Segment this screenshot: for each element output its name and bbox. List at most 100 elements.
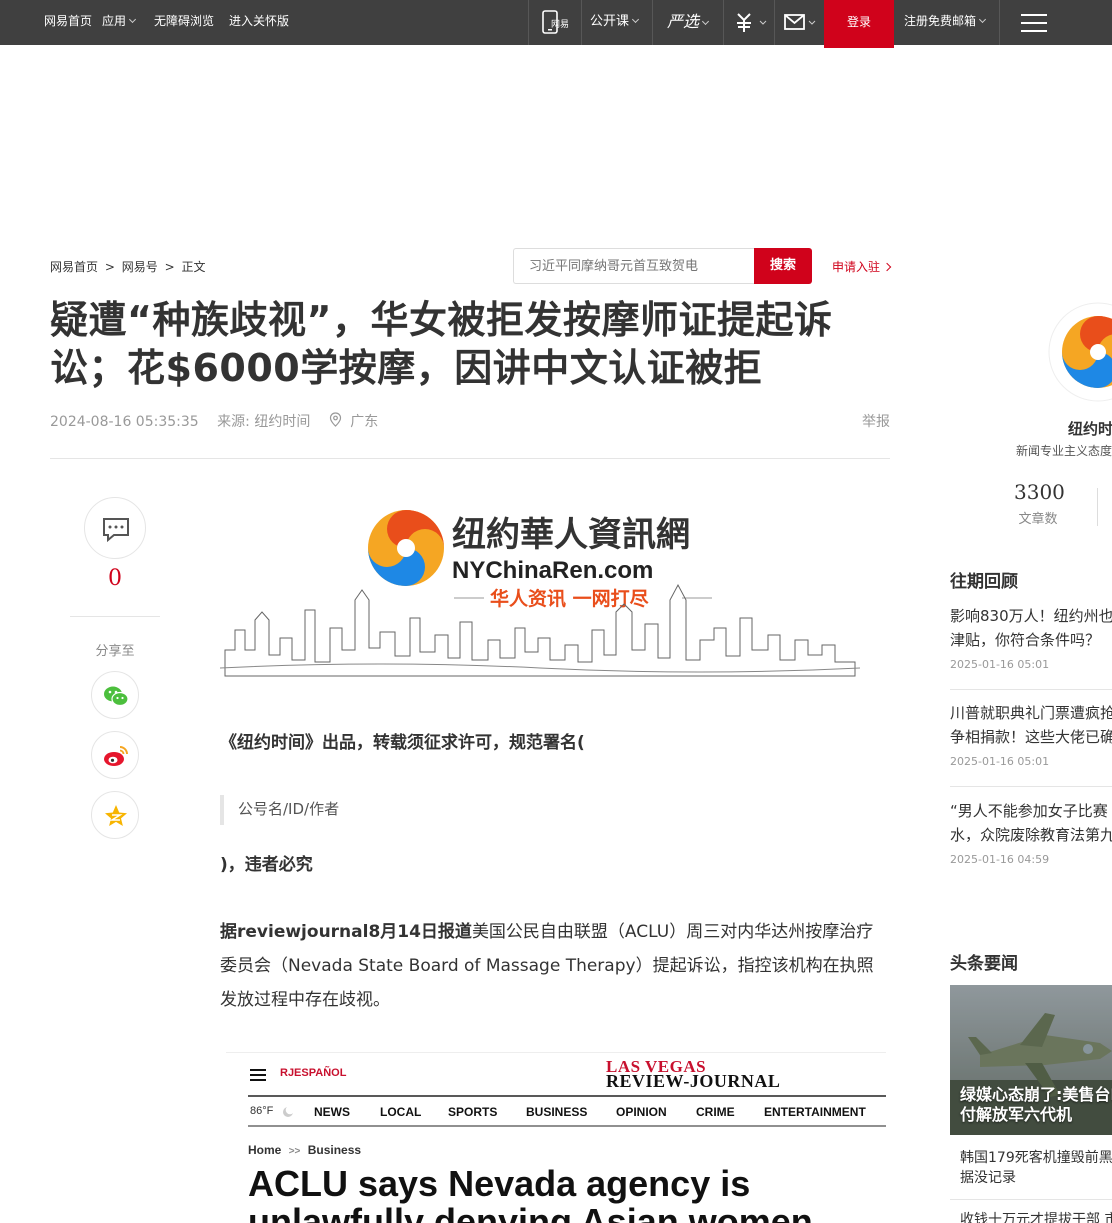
divider [999, 0, 1000, 45]
mobile-app-icon[interactable]: 网易 [540, 0, 570, 45]
apps-menu[interactable]: 应用 [102, 0, 137, 45]
past-review-heading: 往期回顾 [950, 572, 1018, 592]
embedded-crumb-home: Home [248, 1143, 282, 1157]
share-qzone-button[interactable] [91, 791, 139, 839]
divider [1097, 488, 1098, 526]
headline-caption-line: 绿媒心态崩了:美售台F [960, 1085, 1112, 1104]
nav-opinion: OPINION [616, 1105, 667, 1119]
rj-espanol-link: RJESPAÑOL [280, 1067, 347, 1079]
chevron-down-icon [128, 15, 137, 24]
embedded-crumb-section: Business [307, 1143, 362, 1157]
share-wechat-button[interactable] [91, 671, 139, 719]
articles-label: 文章数 [1018, 512, 1058, 527]
breadcrumb-separator: > [164, 260, 175, 274]
accessible-browse-link[interactable]: 无障碍浏览 [154, 0, 214, 45]
embedded-breadcrumb: Home >> Business [248, 1143, 361, 1157]
chevron-down-icon [701, 17, 710, 26]
yanxuan-menu[interactable]: 严选 [667, 0, 710, 45]
breadcrumb-separator: > [104, 260, 115, 274]
chevron-right-icon [882, 262, 892, 272]
article-paragraph: 据reviewjournal8月14日报道美国公民自由联盟（ACLU）周三对内华… [220, 915, 890, 1017]
account-avatar[interactable] [1048, 302, 1112, 402]
nychinaren-logo-icon [368, 510, 444, 586]
publish-time: 2024-08-16 05:35:35 [50, 414, 199, 430]
past-article-title: 川普就职典礼门票遭疯抢 [950, 704, 1112, 722]
chevron-down-icon [631, 15, 640, 24]
past-article-date: 2025-01-16 05:01 [950, 755, 1050, 768]
wechat-icon [104, 686, 129, 707]
articles-count: 3300 [1014, 480, 1065, 504]
headline-item[interactable]: 韩国179死客机撞毁前黑匣 据没记录 [960, 1148, 1112, 1188]
masthead-bottom: REVIEW-JOURNAL [606, 1071, 781, 1091]
article-title: 疑遭“种族歧视”，华女被拒发按摩师证提起诉讼；花$6000学按摩，因讲中文认证被… [50, 298, 833, 390]
embedded-headline-line1: ACLU says Nevada agency is [248, 1163, 751, 1204]
weibo-icon [104, 746, 128, 766]
account-name[interactable]: 纽约时 [1068, 418, 1112, 439]
past-article-item[interactable]: “男人不能参加女子比赛 水，众院废除教育法第九 2025-01-16 04:59 [950, 799, 1112, 866]
nav-sports: SPORTS [448, 1105, 498, 1119]
apply-join-link[interactable]: 申请入驻 [832, 258, 892, 275]
hamburger-icon [250, 1069, 266, 1081]
banner-name: 纽約華人資訊網 [452, 515, 690, 555]
nychinaren-logo-icon [1048, 302, 1112, 402]
open-course-menu[interactable]: 公开课 [590, 0, 640, 45]
headlines-heading: 头条要闻 [950, 954, 1018, 974]
past-article-item[interactable]: 影响830万人！纽约州也 津贴，你符合条件吗？ 2025-01-16 05:01 [950, 604, 1112, 671]
apply-join-label: 申请入驻 [832, 260, 881, 274]
past-article-item[interactable]: 川普就职典礼门票遭疯抢 争相捐款！这些大佬已确 2025-01-16 05:01 [950, 701, 1112, 768]
headline-item-title: 收钱十万元才提拔干部 市 [960, 1212, 1112, 1223]
past-article-title: 影响830万人！纽约州也 [950, 607, 1112, 625]
past-article-title: 争相捐款！这些大佬已确 [950, 728, 1112, 746]
login-button[interactable]: 登录 [824, 0, 894, 48]
headline-item[interactable]: 收钱十万元才提拔干部 市 [960, 1210, 1112, 1223]
paragraph-lead: 据reviewjournal8月14日报道 [220, 922, 472, 942]
breadcrumb-current: 正文 [181, 260, 206, 274]
past-article-title: 水，众院废除教育法第九 [950, 826, 1112, 844]
embedded-headline-line2: unlawfully denying Asian women [248, 1201, 813, 1223]
report-link[interactable]: 举报 [862, 411, 890, 431]
blockquote: 公号名/ID/作者 [220, 795, 339, 825]
comment-button[interactable] [84, 497, 146, 559]
divider [950, 1199, 1112, 1200]
search-input[interactable] [513, 248, 754, 284]
divider [652, 0, 653, 45]
menu-icon[interactable] [1021, 14, 1047, 32]
divider [528, 0, 529, 45]
netease-home-link[interactable]: 网易首页 [44, 0, 92, 45]
svg-text:网易: 网易 [551, 19, 569, 30]
search-button[interactable]: 搜索 [754, 248, 812, 284]
divider [50, 458, 890, 459]
location-pin-icon [329, 412, 346, 430]
past-article-title: “男人不能参加女子比赛 [950, 802, 1108, 820]
banner-domain: NYChinaRen.com [452, 557, 653, 584]
headline-item-title: 韩国179死客机撞毁前黑匣 [960, 1150, 1112, 1166]
divider [950, 689, 1112, 690]
mail-icon[interactable] [784, 0, 820, 45]
register-mail-menu[interactable]: 注册免费邮箱 [904, 0, 987, 45]
yanxuan-label: 严选 [667, 12, 700, 31]
account-description: 新闻专业主义态度 [1016, 444, 1112, 458]
divider [70, 616, 160, 617]
embedded-news-screenshot: RJESPAÑOL LAS VEGAS REVIEW-JOURNAL 86°F … [226, 1052, 886, 1223]
share-label: 分享至 [95, 644, 135, 659]
headline-caption[interactable]: 绿媒心态崩了:美售台F 付解放军六代机 [960, 1085, 1112, 1125]
breadcrumb-section[interactable]: 网易号 [122, 260, 158, 274]
headline-item-title: 据没记录 [960, 1170, 1016, 1186]
copyright-notice-end: )，违者必究 [220, 855, 313, 875]
banner-slogan: 华人资讯 一网打尽 [490, 587, 650, 610]
share-weibo-button[interactable] [91, 731, 139, 779]
breadcrumb-home[interactable]: 网易首页 [50, 260, 98, 274]
past-article-title: 津贴，你符合条件吗？ [950, 631, 1101, 649]
divider [723, 0, 724, 45]
nav-crime: CRIME [696, 1105, 735, 1119]
comment-icon [103, 518, 129, 543]
nychinaren-banner-image: 纽約華人資訊網 NYChinaRen.com 华人资讯 一网打尽 [219, 500, 861, 680]
elderly-mode-link[interactable]: 进入关怀版 [229, 0, 289, 45]
lottery-icon[interactable] [734, 0, 768, 45]
breadcrumb: 网易首页 > 网易号 > 正文 [50, 258, 205, 275]
article-source[interactable]: 来源: 纽约时间 [217, 414, 310, 430]
qzone-star-icon [105, 805, 127, 826]
headline-caption-line: 付解放军六代机 [960, 1105, 1073, 1124]
nav-entertainment: ENTERTAINMENT [764, 1105, 866, 1119]
comment-count[interactable]: 0 [84, 566, 146, 591]
